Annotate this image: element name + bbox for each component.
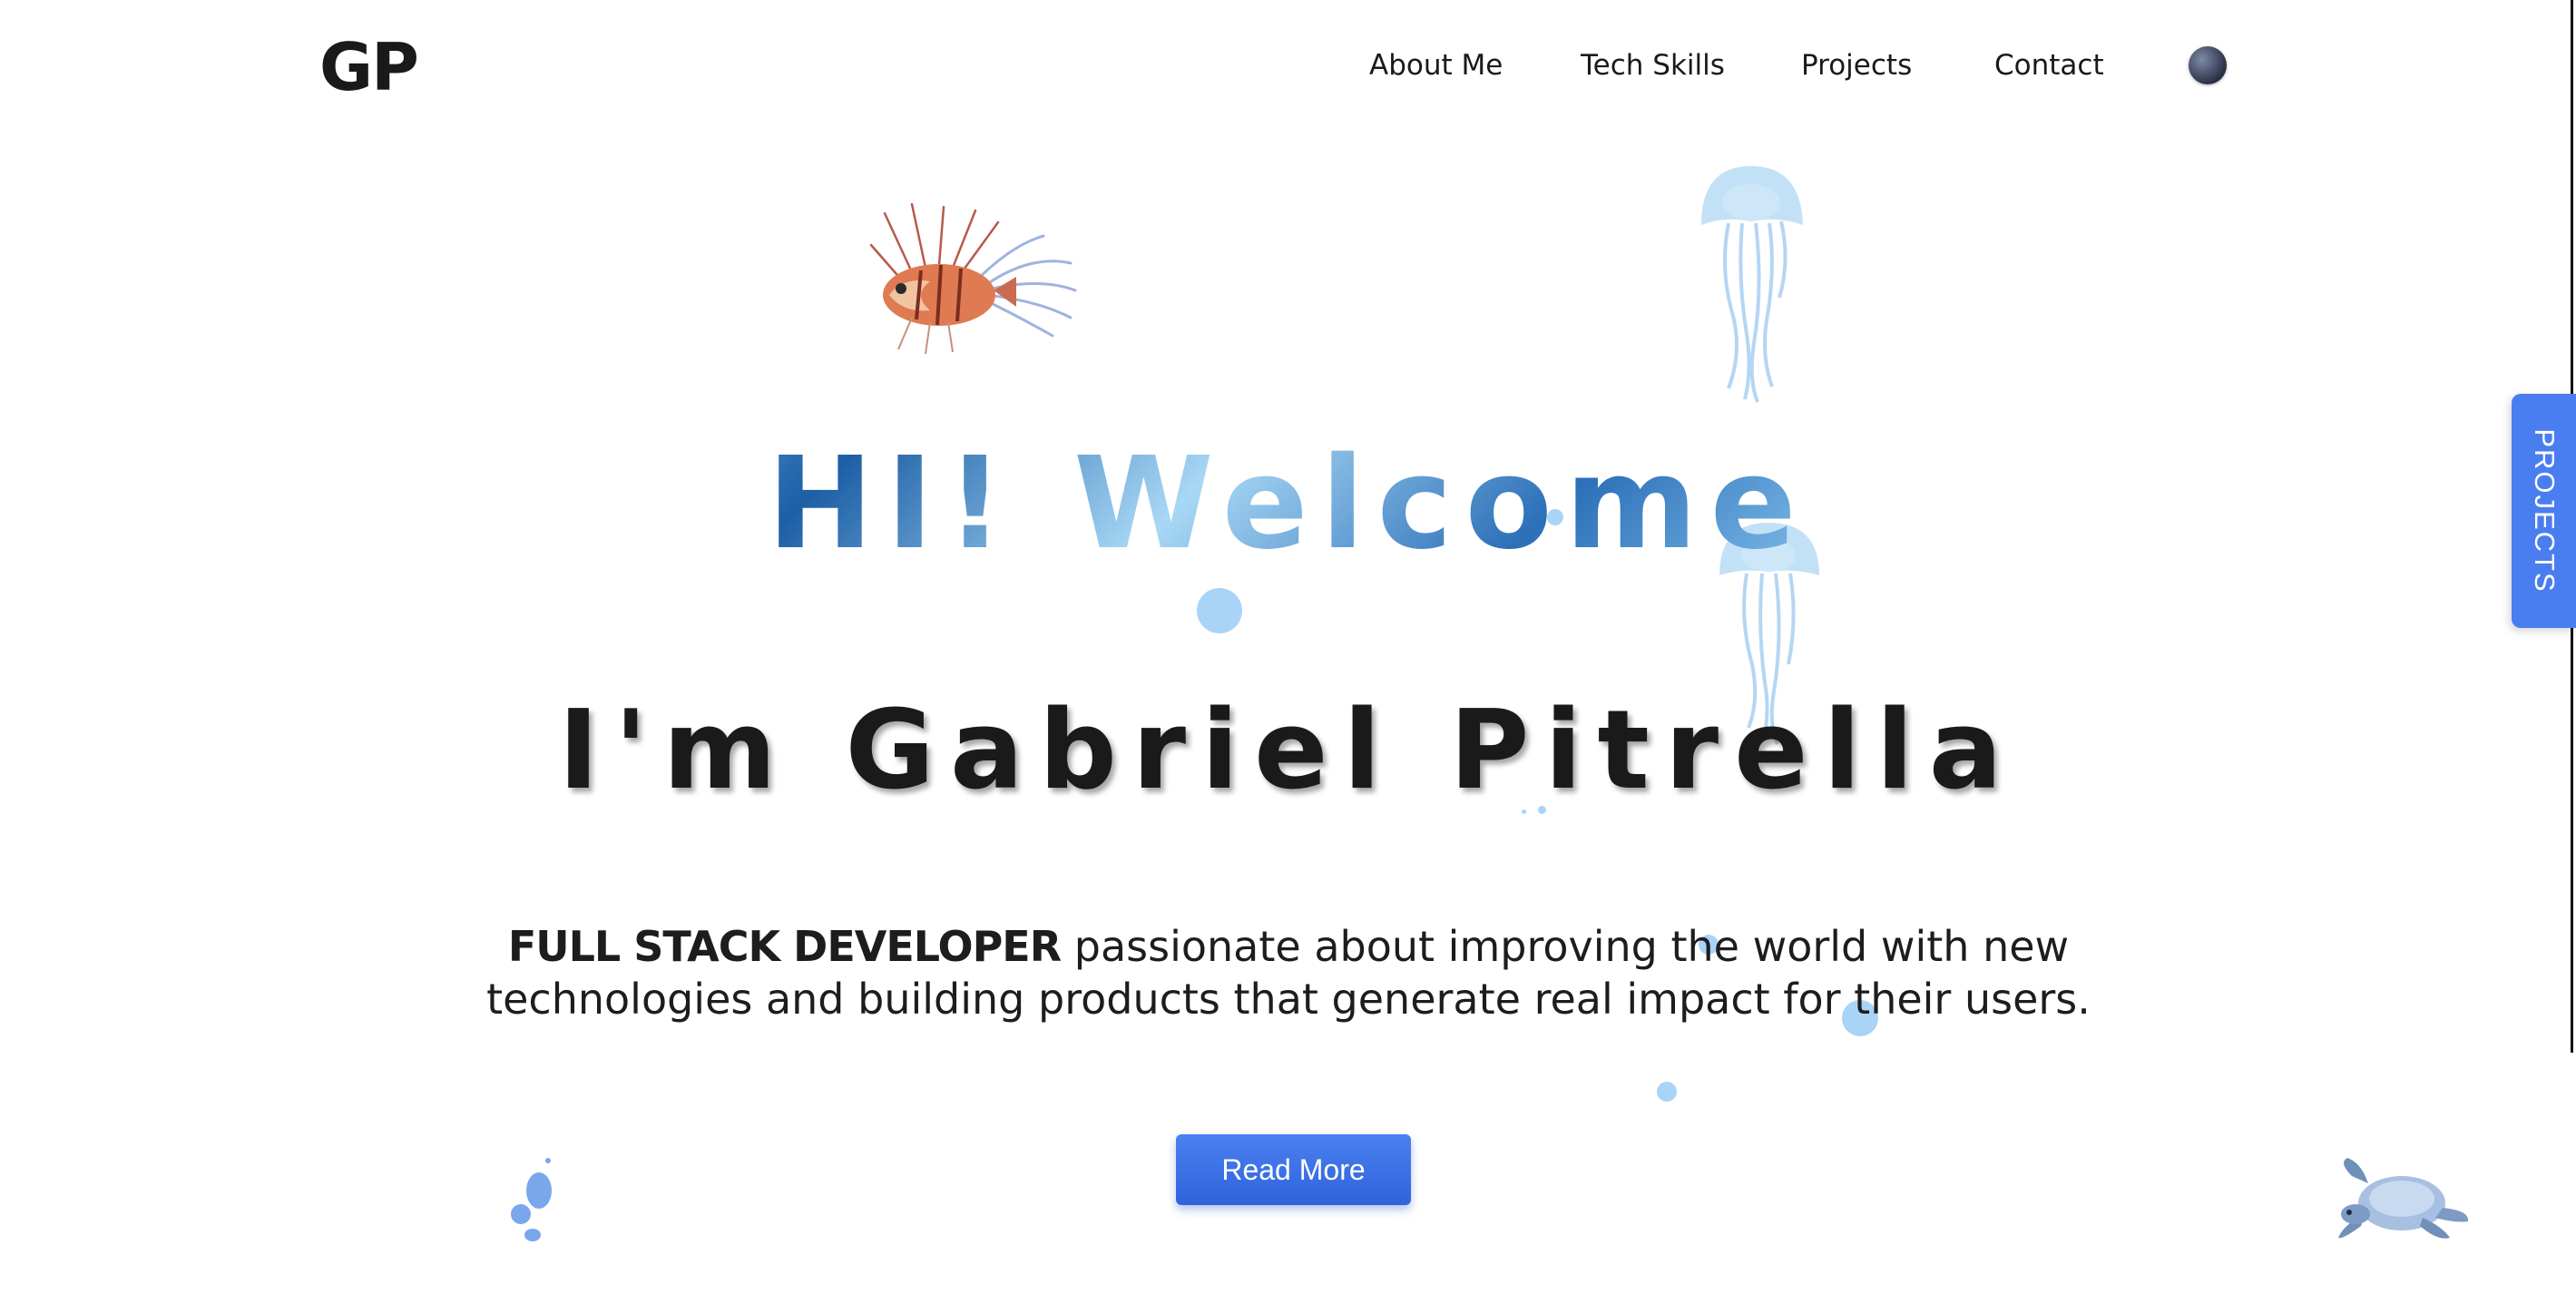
navbar: GP About Me Tech Skills Projects Contact: [0, 0, 2576, 136]
bubble-decoration: [1657, 1082, 1677, 1102]
sea-turtle-icon: [2338, 1158, 2469, 1239]
nav-about-me[interactable]: About Me: [1369, 49, 1503, 82]
lionfish-icon: [869, 202, 1077, 355]
welcome-heading: HI! Welcome: [0, 440, 2576, 568]
bubble-decoration: [511, 1204, 531, 1224]
jellyfish-icon: [1701, 166, 1803, 403]
tagline: FULL STACK DEVELOPER passionate about im…: [472, 920, 2105, 1025]
name-heading: I'm Gabriel Pitrella: [558, 687, 2018, 814]
nav-projects[interactable]: Projects: [1801, 49, 1912, 82]
role-label: FULL STACK DEVELOPER: [507, 922, 1062, 971]
moon-icon[interactable]: [2189, 46, 2227, 84]
nav-contact[interactable]: Contact: [1994, 49, 2104, 82]
nav-tech-skills[interactable]: Tech Skills: [1581, 49, 1725, 82]
bubble-decoration: [526, 1172, 552, 1209]
bubble-decoration: [1197, 588, 1242, 633]
bubble-decoration: [545, 1158, 551, 1163]
logo[interactable]: GP: [319, 29, 419, 105]
read-more-button[interactable]: Read More: [1176, 1134, 1411, 1205]
bubble-decoration: [524, 1229, 541, 1241]
